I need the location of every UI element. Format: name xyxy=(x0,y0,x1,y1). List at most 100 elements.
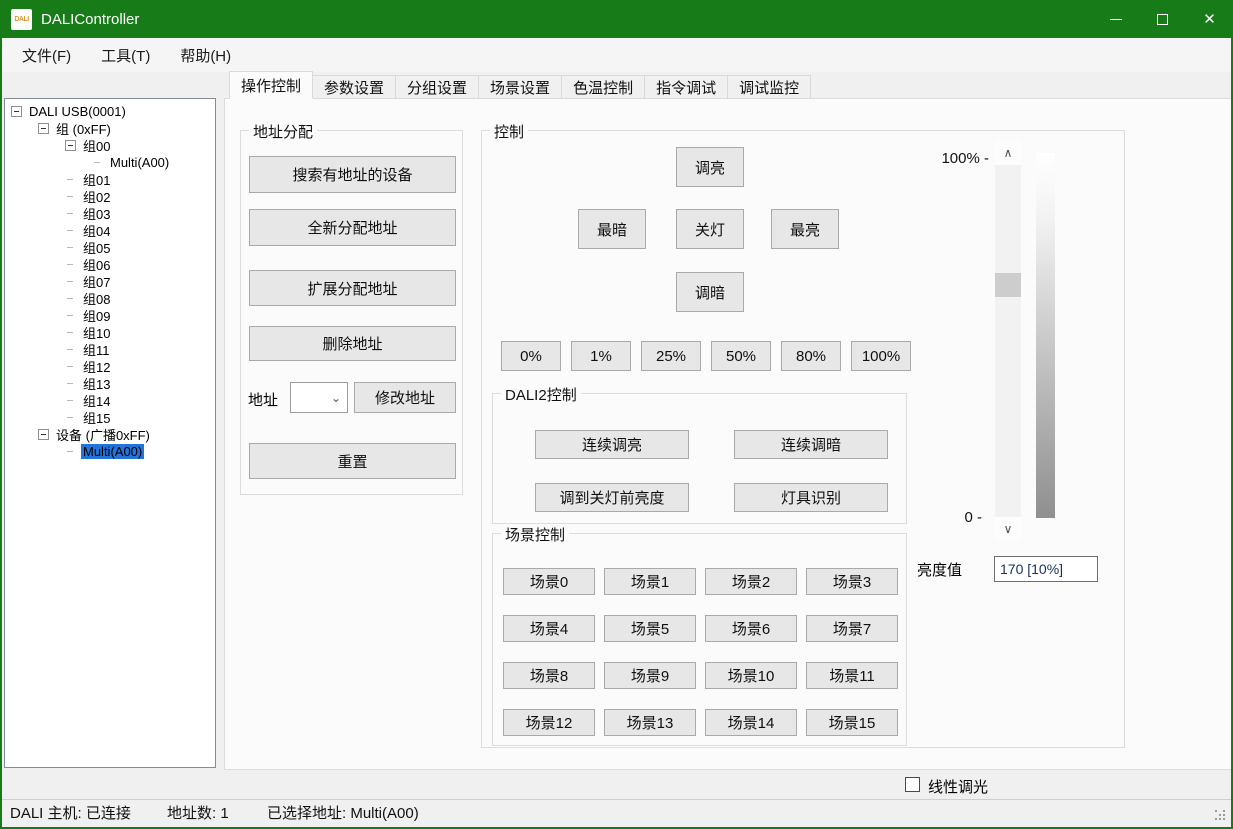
tree-item[interactable]: 组00 xyxy=(5,137,215,154)
percent-button[interactable]: 80% xyxy=(781,341,841,371)
dali2-button[interactable]: 连续调亮 xyxy=(535,430,689,459)
tree-item[interactable]: 组10 xyxy=(5,324,215,341)
scene-button[interactable]: 场景12 xyxy=(503,709,595,736)
tree-expander-icon[interactable] xyxy=(65,327,76,338)
scene-button[interactable]: 场景8 xyxy=(503,662,595,689)
tab[interactable]: 场景设置 xyxy=(478,75,562,99)
linear-dimming-checkbox[interactable] xyxy=(905,777,920,792)
tree-item[interactable]: 组11 xyxy=(5,341,215,358)
tab[interactable]: 操作控制 xyxy=(229,71,313,99)
tree-item[interactable]: 组04 xyxy=(5,222,215,239)
scene-button[interactable]: 场景14 xyxy=(705,709,797,736)
resize-grip[interactable] xyxy=(1215,810,1227,822)
brightness-scrollbar[interactable]: ∧ ∨ xyxy=(995,141,1021,541)
tree-item[interactable]: Multi(A00) xyxy=(5,443,215,460)
percent-button[interactable]: 50% xyxy=(711,341,771,371)
modify-address-button[interactable]: 修改地址 xyxy=(354,382,456,413)
tree-expander-icon[interactable] xyxy=(65,208,76,219)
tree-item[interactable]: 组07 xyxy=(5,273,215,290)
tree-item[interactable]: 组01 xyxy=(5,171,215,188)
scene-button[interactable]: 场景4 xyxy=(503,615,595,642)
menu-item[interactable]: 工具(T) xyxy=(101,45,150,66)
tree-item[interactable]: 组05 xyxy=(5,239,215,256)
scroll-up-icon[interactable]: ∧ xyxy=(995,141,1021,165)
scene-button[interactable]: 场景9 xyxy=(604,662,696,689)
tree-expander-icon[interactable] xyxy=(65,310,76,321)
scene-button[interactable]: 场景2 xyxy=(705,568,797,595)
scene-button[interactable]: 场景11 xyxy=(806,662,898,689)
tab[interactable]: 分组设置 xyxy=(395,75,479,99)
tree-item[interactable]: DALI USB(0001) xyxy=(5,103,215,120)
search-addressed-devices-button[interactable]: 搜索有地址的设备 xyxy=(249,156,456,193)
brightness-value-field[interactable]: 170 [10%] xyxy=(994,556,1098,582)
tree-item[interactable]: 组 (0xFF) xyxy=(5,120,215,137)
tree-expander-icon[interactable] xyxy=(65,293,76,304)
light-off-button[interactable]: 关灯 xyxy=(676,209,744,249)
tree-item[interactable]: 组08 xyxy=(5,290,215,307)
tree-item[interactable]: 组03 xyxy=(5,205,215,222)
percent-button[interactable]: 25% xyxy=(641,341,701,371)
scene-button[interactable]: 场景0 xyxy=(503,568,595,595)
minimize-button[interactable] xyxy=(1092,0,1139,38)
menu-item[interactable]: 文件(F) xyxy=(22,45,71,66)
dali2-button[interactable]: 灯具识别 xyxy=(734,483,888,512)
tree-expander-icon[interactable] xyxy=(38,123,49,134)
extend-assign-address-button[interactable]: 扩展分配地址 xyxy=(249,270,456,306)
tree-expander-icon[interactable] xyxy=(65,395,76,406)
tree-expander-icon[interactable] xyxy=(65,242,76,253)
tree-item[interactable]: 组02 xyxy=(5,188,215,205)
tree-expander-icon[interactable] xyxy=(65,378,76,389)
brightest-button[interactable]: 最亮 xyxy=(771,209,839,249)
tree-expander-icon[interactable] xyxy=(38,429,49,440)
tree-expander-icon[interactable] xyxy=(65,344,76,355)
tree-expander-icon[interactable] xyxy=(65,174,76,185)
reset-button[interactable]: 重置 xyxy=(249,443,456,479)
scene-button[interactable]: 场景5 xyxy=(604,615,696,642)
tree-expander-icon[interactable] xyxy=(65,259,76,270)
scene-button[interactable]: 场景6 xyxy=(705,615,797,642)
scene-button[interactable]: 场景7 xyxy=(806,615,898,642)
tab[interactable]: 参数设置 xyxy=(312,75,396,99)
dali2-button[interactable]: 连续调暗 xyxy=(734,430,888,459)
tree-item[interactable]: 组15 xyxy=(5,409,215,426)
maximize-button[interactable] xyxy=(1139,0,1186,38)
tab[interactable]: 指令调试 xyxy=(644,75,728,99)
tree-expander-icon[interactable] xyxy=(65,140,76,151)
assign-new-address-button[interactable]: 全新分配地址 xyxy=(249,209,456,246)
tree-expander-icon[interactable] xyxy=(65,225,76,236)
tree-item[interactable]: 组09 xyxy=(5,307,215,324)
delete-address-button[interactable]: 删除地址 xyxy=(249,326,456,361)
scrollbar-thumb[interactable] xyxy=(995,273,1021,297)
tree-expander-icon[interactable] xyxy=(65,361,76,372)
tree-item[interactable]: 组12 xyxy=(5,358,215,375)
scene-button[interactable]: 场景13 xyxy=(604,709,696,736)
tree-expander-icon[interactable] xyxy=(92,157,103,168)
scene-button[interactable]: 场景1 xyxy=(604,568,696,595)
brighten-button[interactable]: 调亮 xyxy=(676,147,744,187)
tree-expander-icon[interactable] xyxy=(65,412,76,423)
darkest-button[interactable]: 最暗 xyxy=(578,209,646,249)
tree-item[interactable]: Multi(A00) xyxy=(5,154,215,171)
percent-button[interactable]: 1% xyxy=(571,341,631,371)
scene-button[interactable]: 场景15 xyxy=(806,709,898,736)
tab[interactable]: 调试监控 xyxy=(727,75,811,99)
dali2-button[interactable]: 调到关灯前亮度 xyxy=(535,483,689,512)
scene-button[interactable]: 场景10 xyxy=(705,662,797,689)
tree-item[interactable]: 设备 (广播0xFF) xyxy=(5,426,215,443)
tree-item[interactable]: 组06 xyxy=(5,256,215,273)
tree-expander-icon[interactable] xyxy=(65,446,76,457)
dim-button[interactable]: 调暗 xyxy=(676,272,744,312)
tree-expander-icon[interactable] xyxy=(65,276,76,287)
percent-button[interactable]: 100% xyxy=(851,341,911,371)
tab[interactable]: 色温控制 xyxy=(561,75,645,99)
tree-item[interactable]: 组14 xyxy=(5,392,215,409)
menu-item[interactable]: 帮助(H) xyxy=(180,45,231,66)
scene-button[interactable]: 场景3 xyxy=(806,568,898,595)
scroll-down-icon[interactable]: ∨ xyxy=(995,517,1021,541)
address-combobox[interactable]: ⌄ xyxy=(290,382,348,413)
close-button[interactable]: ✕ xyxy=(1186,0,1233,38)
tree-item[interactable]: 组13 xyxy=(5,375,215,392)
tree-expander-icon[interactable] xyxy=(65,191,76,202)
percent-button[interactable]: 0% xyxy=(501,341,561,371)
tree-expander-icon[interactable] xyxy=(11,106,22,117)
